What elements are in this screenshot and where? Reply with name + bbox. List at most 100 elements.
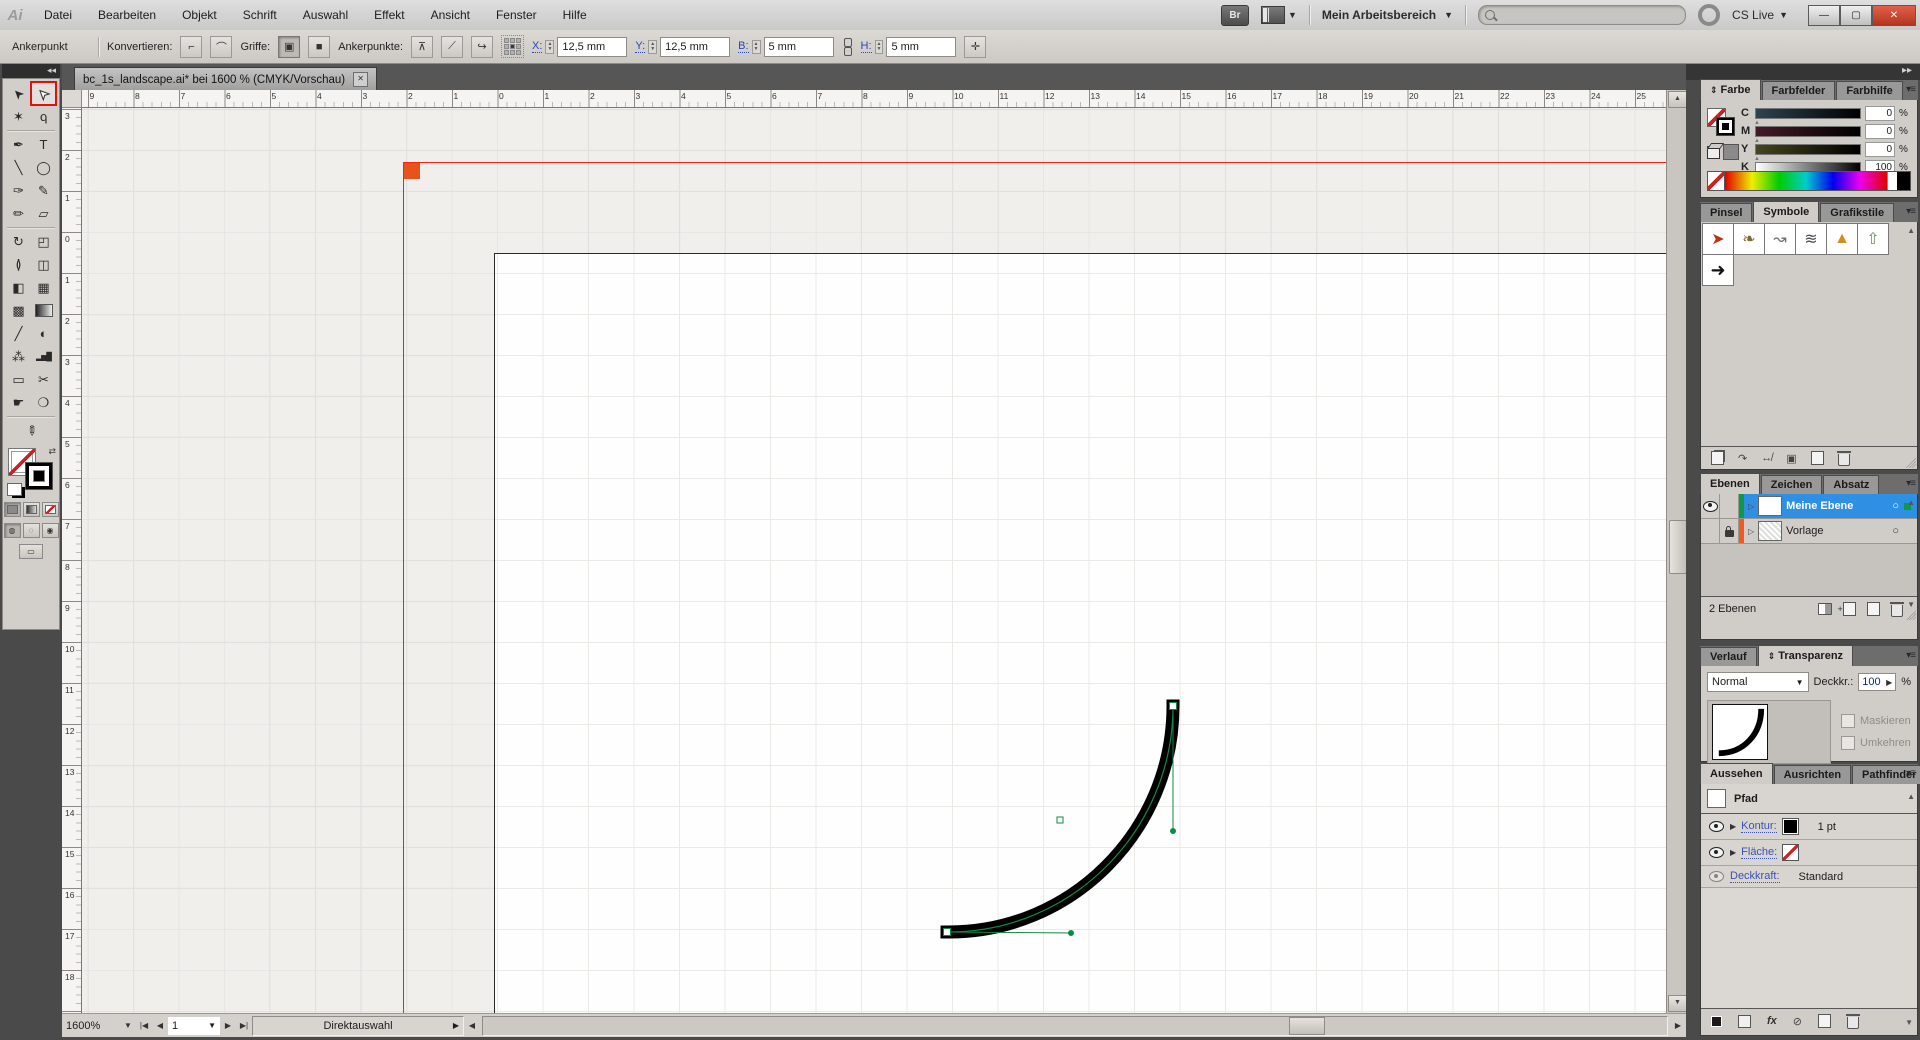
vertical-ruler[interactable]: 321012345678910111213141516171819 xyxy=(62,108,82,1013)
width-tool[interactable]: ≬ xyxy=(6,253,31,276)
color-spectrum-bar[interactable] xyxy=(1707,171,1911,191)
attribute-value[interactable]: Standard xyxy=(1799,871,1844,883)
symbol-library-icon[interactable] xyxy=(1711,451,1724,465)
tab-verlauf[interactable]: Verlauf xyxy=(1700,647,1757,666)
channel-value[interactable]: 0 xyxy=(1865,106,1895,121)
remove-anchor-button[interactable]: ⊼ xyxy=(411,36,433,58)
tab-grafikstile[interactable]: Grafikstile xyxy=(1820,203,1894,222)
symbol-sprayer-tool[interactable]: ⁂ xyxy=(6,345,31,368)
clear-appearance-button[interactable]: ⊘ xyxy=(1793,1015,1802,1028)
channel-slider-c[interactable]: ▲ xyxy=(1755,108,1861,119)
delete-item-button[interactable] xyxy=(1847,1014,1859,1029)
line-tool[interactable]: ╲ xyxy=(6,156,31,179)
ruler-corner[interactable] xyxy=(62,90,82,108)
tab-ebenen[interactable]: Ebenen xyxy=(1700,473,1760,494)
visibility-toggle[interactable] xyxy=(1701,519,1720,543)
page-number-select[interactable]: 1▼ xyxy=(168,1017,220,1035)
connect-path-button[interactable]: ↪ xyxy=(471,36,493,58)
transform-button[interactable]: ✛ xyxy=(964,36,986,58)
mesh-tool[interactable]: ▩ xyxy=(6,299,31,322)
attribute-value[interactable]: 1 pt xyxy=(1818,821,1836,833)
menu-item-bearbeiten[interactable]: Bearbeiten xyxy=(98,8,156,22)
stroke-swatch-black[interactable] xyxy=(25,462,53,490)
tab-farbe[interactable]: ⇕Farbe xyxy=(1700,79,1761,100)
close-button[interactable]: ✕ xyxy=(1872,5,1916,26)
reference-point-locator[interactable] xyxy=(501,35,524,58)
menu-item-ansicht[interactable]: Ansicht xyxy=(431,8,470,22)
next-page-button[interactable]: ▶ xyxy=(220,1017,236,1035)
restore-button[interactable]: ▢ xyxy=(1840,5,1872,26)
blob-brush-tool[interactable]: ✏ xyxy=(6,202,31,225)
invert-checkbox[interactable] xyxy=(1841,736,1855,750)
menu-item-datei[interactable]: Datei xyxy=(44,8,72,22)
panel-scroll-down-icon[interactable]: ▼ xyxy=(1905,1018,1913,1027)
default-fill-stroke-icon[interactable] xyxy=(7,483,22,496)
tab-farbhilfe[interactable]: Farbhilfe xyxy=(1836,81,1902,100)
none-swatch[interactable] xyxy=(1782,844,1799,861)
visibility-toggle[interactable] xyxy=(1707,847,1725,858)
symbol-sketch-arrow[interactable]: ↝ xyxy=(1764,223,1796,255)
vertical-scrollbar[interactable]: ▲ ▼ xyxy=(1666,90,1686,1013)
appearance-row-fläche[interactable]: ▶ Fläche: xyxy=(1701,840,1917,866)
graph-tool[interactable]: ▂▅█ xyxy=(31,345,56,368)
scale-tool[interactable]: ◰ xyxy=(31,230,56,253)
link-dimensions-icon[interactable] xyxy=(843,38,852,56)
field-label[interactable]: B: xyxy=(738,40,748,53)
expand-layer-icon[interactable]: ▷ xyxy=(1748,527,1754,536)
stepper-icon[interactable]: ▲▼ xyxy=(648,40,657,54)
scroll-right-icon[interactable]: ▶ xyxy=(1670,1017,1686,1035)
swap-fill-stroke-icon[interactable]: ⇄ xyxy=(48,446,56,457)
spectrum-black-swatch[interactable] xyxy=(1897,172,1910,190)
document-viewport[interactable] xyxy=(82,108,1666,1013)
field-value[interactable]: 12,5 mm xyxy=(557,37,627,57)
stepper-icon[interactable]: ▲▼ xyxy=(545,40,554,54)
hide-handles-button[interactable]: ■ xyxy=(308,36,330,58)
duplicate-item-button[interactable] xyxy=(1818,1014,1831,1028)
stepper-icon[interactable]: ▲▼ xyxy=(875,40,884,54)
workspace-switcher[interactable]: Mein Arbeitsbereich▼ xyxy=(1322,8,1453,22)
artboard-tool[interactable]: ▭ xyxy=(6,368,31,391)
menu-item-effekt[interactable]: Effekt xyxy=(374,8,404,22)
lasso-tool[interactable]: ρ xyxy=(31,105,56,128)
channel-slider-y[interactable]: ▲ xyxy=(1755,144,1861,155)
target-circle-icon[interactable]: ○ xyxy=(1892,500,1899,512)
menu-item-hilfe[interactable]: Hilfe xyxy=(563,8,587,22)
place-symbol-icon[interactable]: ↷ xyxy=(1738,452,1747,465)
new-sublayer-button[interactable] xyxy=(1837,602,1861,616)
field-value[interactable]: 5 mm xyxy=(886,37,956,57)
visibility-toggle[interactable] xyxy=(1707,871,1725,882)
gradient-paint-button[interactable] xyxy=(23,502,40,517)
last-page-button[interactable]: ▶| xyxy=(236,1017,252,1035)
panel-menu-icon[interactable]: ▾≡ xyxy=(1906,768,1915,779)
new-stroke-button[interactable] xyxy=(1711,1016,1722,1027)
new-layer-button[interactable] xyxy=(1861,602,1885,616)
add-effect-button[interactable]: fx xyxy=(1767,1015,1777,1027)
blend-mode-select[interactable]: Normal▼ xyxy=(1707,672,1809,692)
shape-builder-tool[interactable]: ◧ xyxy=(6,276,31,299)
selection-tool[interactable]: ➤ xyxy=(6,82,31,105)
handle-end-point[interactable] xyxy=(1170,828,1176,834)
panel-menu-icon[interactable]: ▾≡ xyxy=(1906,84,1915,95)
new-symbol-icon[interactable] xyxy=(1811,451,1824,465)
panel-scroll-up-icon[interactable]: ▲ xyxy=(1907,226,1915,235)
measure-tool[interactable]: ✎ xyxy=(19,419,44,442)
zoom-level-select[interactable]: 1600% xyxy=(62,1017,120,1035)
first-page-button[interactable]: |◀ xyxy=(136,1017,152,1035)
expand-icon[interactable]: ▶ xyxy=(1730,848,1736,857)
toolbar-collapse-button[interactable]: ◂◂ xyxy=(2,64,60,78)
panel-resize-grip[interactable] xyxy=(1906,610,1916,620)
layer-row-meine-ebene[interactable]: ▷Meine Ebene○ xyxy=(1701,494,1917,519)
blend-tool[interactable]: ◐ xyxy=(31,322,56,345)
anchor-point[interactable] xyxy=(1170,703,1177,710)
pen-tool[interactable]: ✒ xyxy=(6,133,31,156)
menu-item-objekt[interactable]: Objekt xyxy=(182,8,217,22)
symbol-fish[interactable]: ≋ xyxy=(1795,223,1827,255)
anchor-point[interactable] xyxy=(944,929,951,936)
field-label[interactable]: X: xyxy=(532,40,542,53)
draw-normal-button[interactable]: ◍ xyxy=(4,523,21,538)
make-clipping-mask-button[interactable] xyxy=(1813,603,1837,615)
attribute-link[interactable]: Fläche: xyxy=(1741,846,1777,859)
tab-aussehen[interactable]: Aussehen xyxy=(1700,763,1773,784)
slice-tool[interactable]: ✂ xyxy=(31,368,56,391)
panel-scroll-up-icon[interactable]: ▲ xyxy=(1907,498,1915,507)
